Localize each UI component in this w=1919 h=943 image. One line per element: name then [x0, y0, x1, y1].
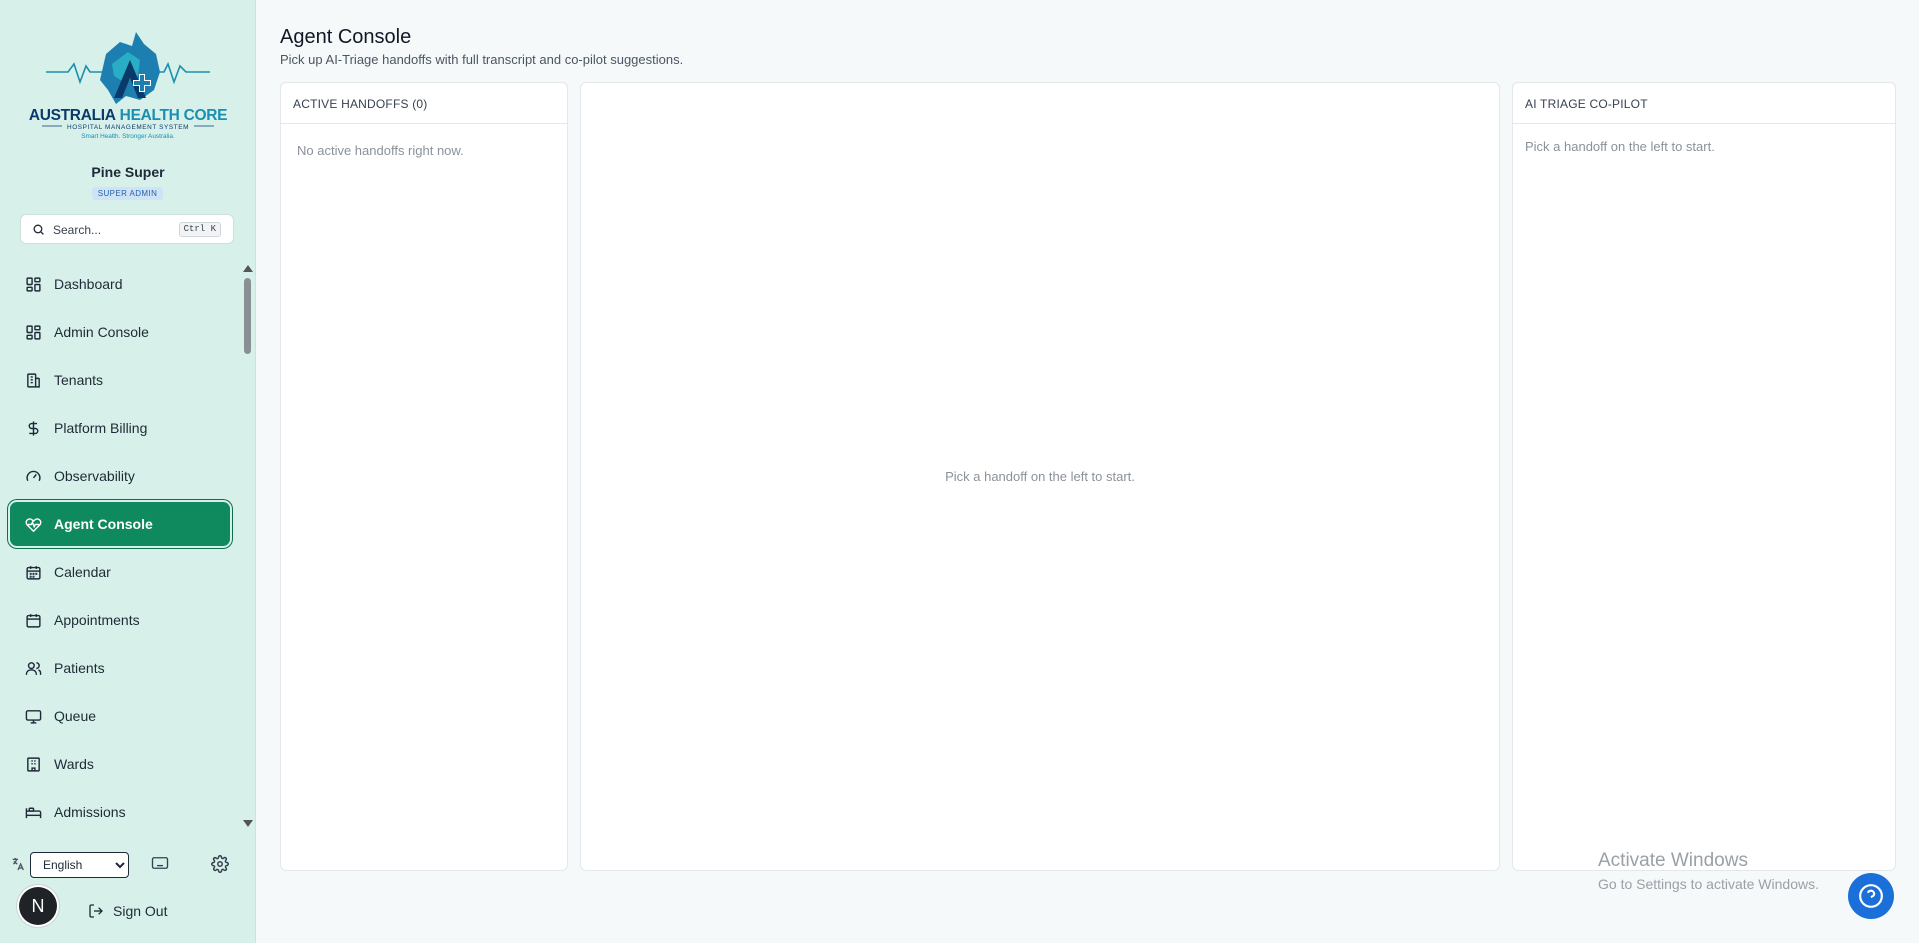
dashboard-icon	[24, 275, 42, 293]
sidebar-item-queue[interactable]: Queue	[10, 694, 230, 738]
users-icon	[24, 659, 42, 677]
watermark-line1: Activate Windows	[1598, 850, 1748, 871]
avatar[interactable]: N	[19, 887, 57, 925]
copilot-header: AI TRIAGE CO-PILOT	[1513, 83, 1895, 124]
dollar-icon	[24, 419, 42, 437]
page-title: Agent Console	[280, 26, 412, 48]
search-box[interactable]: Ctrl K	[20, 214, 234, 244]
sidebar-item-label: Observability	[54, 468, 135, 484]
sidebar-item-dashboard[interactable]: Dashboard	[10, 262, 230, 306]
brand-name-part2: HEALTH CORE	[120, 107, 228, 124]
gauge-icon	[24, 467, 42, 485]
sidebar-item-agent-console[interactable]: Agent Console	[10, 502, 230, 546]
handoffs-empty-state: No active handoffs right now.	[297, 143, 464, 158]
watermark-line2: Go to Settings to activate Windows.	[1598, 876, 1819, 892]
brand-tagline: Smart Health. Stronger Australia.	[81, 133, 175, 140]
sidebar-item-label: Admissions	[54, 804, 126, 820]
sidebar-item-patients[interactable]: Patients	[10, 646, 230, 690]
sidebar-item-observability[interactable]: Observability	[10, 454, 230, 498]
active-handoffs-header: ACTIVE HANDOFFS (0)	[281, 83, 567, 124]
search-input[interactable]	[53, 221, 193, 239]
sidebar-item-label: Calendar	[54, 564, 111, 580]
bed-icon	[24, 803, 42, 821]
help-button[interactable]	[1848, 873, 1894, 919]
windows-activation-watermark: Activate Windows Go to Settings to activ…	[1598, 850, 1819, 892]
sidebar-item-label: Queue	[54, 708, 97, 724]
keyboard-icon[interactable]	[151, 855, 169, 871]
search-icon	[33, 224, 44, 235]
sidebar-item-label: Admin Console	[54, 324, 149, 340]
page-subtitle: Pick up AI-Triage handoffs with full tra…	[280, 52, 684, 67]
sidebar-item-label: Agent Console	[54, 516, 153, 532]
translate-icon	[12, 858, 24, 871]
brand-name-part1: AUSTRALIA	[29, 107, 116, 124]
sidebar-nav: Dashboard Admin Console Tenants Platform…	[10, 262, 230, 830]
sidebar-item-label: Tenants	[54, 372, 104, 388]
sidebar-item-label: Patients	[54, 660, 105, 676]
sidebar-item-calendar[interactable]: Calendar	[10, 550, 230, 594]
sign-out-button[interactable]: Sign Out	[88, 903, 167, 919]
brand-logo: AUSTRALIA HEALTH CORE HOSPITAL MANAGEMENT…	[29, 32, 227, 140]
sidebar-item-admissions[interactable]: Admissions	[10, 790, 230, 830]
heart-pulse-icon	[24, 515, 42, 533]
sidebar-item-label: Dashboard	[54, 276, 123, 292]
sidebar-item-tenants[interactable]: Tenants	[10, 358, 230, 402]
transcript-empty-state: Pick a handoff on the left to start.	[945, 469, 1135, 484]
copilot-panel: AI TRIAGE CO-PILOT Pick a handoff on the…	[1512, 82, 1896, 871]
sidebar-item-label: Wards	[54, 756, 94, 772]
sign-out-icon	[89, 904, 103, 918]
building-icon	[24, 371, 42, 389]
scroll-up-arrow-icon[interactable]	[243, 265, 253, 272]
sidebar-item-platform-billing[interactable]: Platform Billing	[10, 406, 230, 450]
user-name: Pine Super	[91, 164, 165, 180]
active-handoffs-panel: ACTIVE HANDOFFS (0) No active handoffs r…	[280, 82, 568, 871]
search-shortcut: Ctrl K	[178, 222, 221, 237]
language-select[interactable]: English	[30, 852, 129, 878]
admin-console-icon	[24, 323, 42, 341]
sidebar-item-label: Platform Billing	[54, 420, 148, 436]
sidebar-item-wards[interactable]: Wards	[10, 742, 230, 786]
hospital-icon	[24, 755, 42, 773]
sidebar: AUSTRALIA HEALTH CORE HOSPITAL MANAGEMENT…	[0, 0, 256, 943]
sidebar-item-appointments[interactable]: Appointments	[10, 598, 230, 642]
sign-out-label: Sign Out	[113, 903, 168, 919]
scroll-thumb[interactable]	[244, 278, 251, 354]
nav-scroll-area: Dashboard Admin Console Tenants Platform…	[0, 262, 256, 830]
copilot-empty-state: Pick a handoff on the left to start.	[1525, 139, 1715, 154]
monitor-icon	[24, 707, 42, 725]
sidebar-item-admin-console[interactable]: Admin Console	[10, 310, 230, 354]
gear-icon[interactable]	[211, 855, 229, 873]
calendar-icon	[24, 563, 42, 581]
appointments-icon	[24, 611, 42, 629]
sidebar-item-label: Appointments	[54, 612, 140, 628]
scroll-down-arrow-icon[interactable]	[243, 820, 253, 827]
brand-subtitle: HOSPITAL MANAGEMENT SYSTEM	[67, 124, 189, 131]
role-badge: SUPER ADMIN	[92, 187, 163, 200]
svg-text:AUSTRALIAHEALTH CORE: AUSTRALIA HEALTH CORE	[29, 107, 227, 124]
help-icon	[1859, 884, 1883, 908]
transcript-panel: Pick a handoff on the left to start.	[580, 82, 1500, 871]
nav-scrollbar[interactable]	[242, 262, 254, 830]
